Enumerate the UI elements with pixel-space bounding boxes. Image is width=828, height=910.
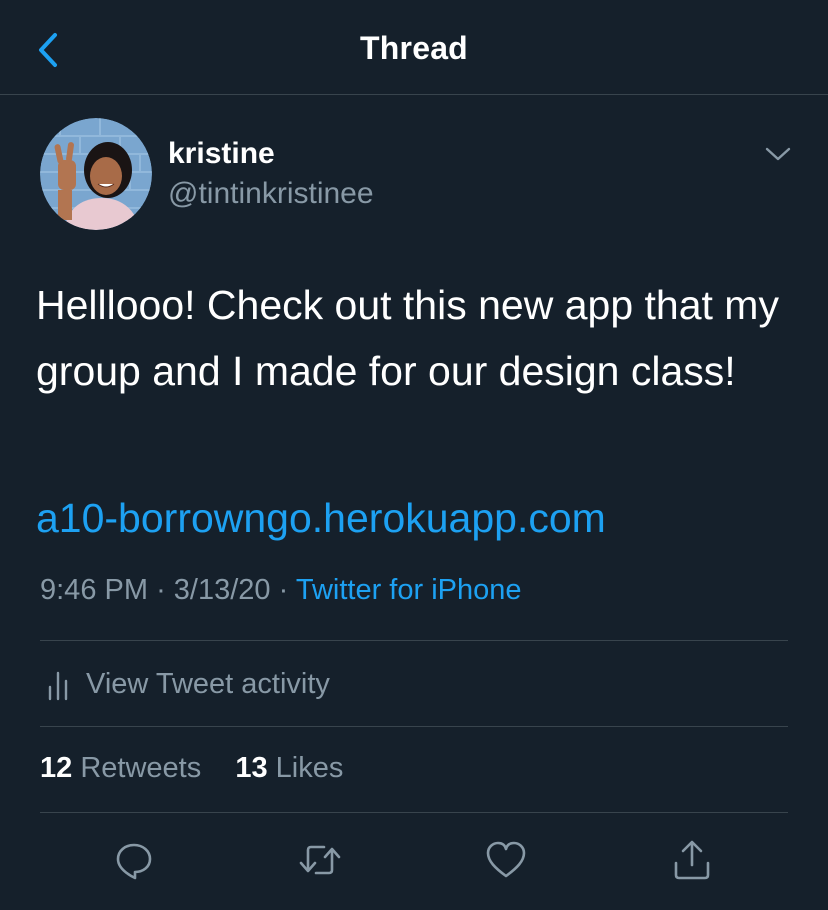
retweet-button[interactable] [296,836,344,884]
profile-photo [40,118,152,230]
retweets-count: 12 [40,752,73,784]
avatar[interactable] [40,118,152,230]
view-tweet-activity-label: View Tweet activity [86,667,330,700]
divider [40,726,788,727]
bar-chart-icon [48,671,68,701]
tweet-menu-button[interactable] [762,140,794,168]
meta-separator: · [156,574,166,606]
tweet-time: 9:46 PM [40,574,148,606]
retweets-label: Retweets [80,752,202,784]
tweet-source-link[interactable]: Twitter for iPhone [296,574,522,606]
author-display-name[interactable]: kristine [168,137,275,171]
share-button[interactable] [668,836,716,884]
divider [40,640,788,641]
tweet-thread-screen: Thread kristine @tintinkristinee Hellloo… [0,0,828,910]
retweet-icon [299,845,341,875]
divider [40,812,788,813]
tweet-text: Helllooo! Check out this new app that my… [36,282,779,394]
likes-stat[interactable]: 13 Likes [227,752,343,784]
view-tweet-activity-button[interactable]: View Tweet activity [40,664,330,704]
heart-icon [486,841,526,878]
tweet-action-bar [0,836,828,884]
tweet-date: 3/13/20 [173,574,271,606]
like-button[interactable] [482,836,530,884]
likes-label: Likes [275,752,344,784]
page-title: Thread [360,30,468,66]
meta-separator: · [278,574,289,606]
share-icon [674,840,710,880]
likes-count: 13 [235,752,268,784]
tweet-stats: 12 Retweets 13 Likes [40,752,343,785]
tweet-link[interactable]: a10-borrowngo.herokuapp.com [36,488,606,548]
chevron-down-icon [765,147,791,161]
retweets-stat[interactable]: 12 Retweets [40,752,209,784]
author-handle[interactable]: @tintinkristinee [168,177,374,211]
tweet-meta: 9:46 PM · 3/13/20 · Twitter for iPhone [40,574,522,607]
reply-icon [116,843,152,880]
reply-button[interactable] [110,836,158,884]
top-nav-bar: Thread [0,0,828,95]
